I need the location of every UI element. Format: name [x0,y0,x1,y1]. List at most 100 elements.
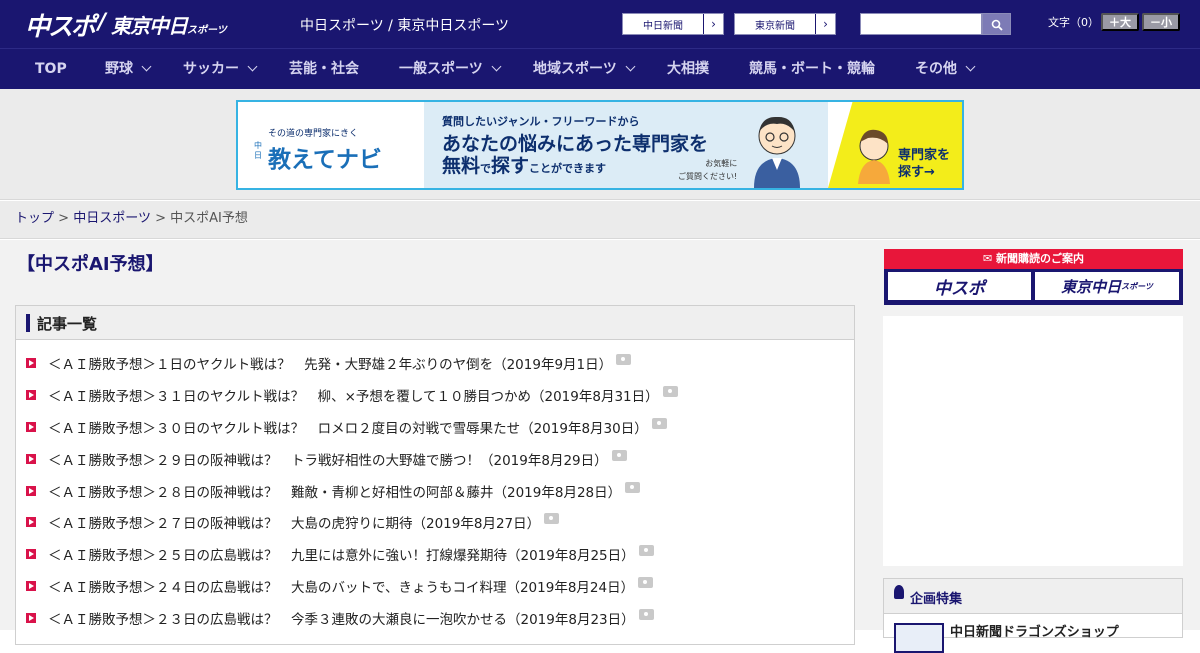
article-list-heading: 記事一覧 [37,315,98,333]
nav-item-top[interactable]: TOP [35,49,67,90]
play-bullet-icon [26,390,36,400]
search-icon [991,19,1003,31]
camera-icon [544,512,560,524]
article-title: ＜ＡＩ勝敗予想＞３１日のヤクルト戦は？ 柳、×予想を覆して１０勝目つかめ（201… [48,389,659,405]
breadcrumb-chunichi-sports-link[interactable]: 中日スポーツ [73,211,151,226]
breadcrumb-current: 中スポAI予想 [170,211,248,226]
nav-label: 地域スポーツ [533,61,617,77]
nav-item-regional-sports[interactable]: 地域スポーツ [533,49,636,90]
breadcrumb-top-link[interactable]: トップ [15,211,54,226]
font-smaller-button[interactable]: －小 [1142,13,1180,31]
nav-item-sumo[interactable]: 大相撲 [667,49,709,90]
oshiete-navi-ad-banner[interactable]: その道の専門家にきく 中日 教えてナビ 質問したいジャンル・フリーワードから あ… [236,100,964,190]
tokyo-logo-small: スポーツ [187,25,227,36]
dragons-shop-thumbnail[interactable] [894,623,944,653]
chevron-right-icon: › [815,14,835,34]
ad-note-2: ご質問ください! [678,172,738,181]
article-link[interactable]: ＜ＡＩ勝敗予想＞２５日の広島戦は？ 九里には意外に強い！打線爆発期待（2019年… [26,542,654,566]
chevron-down-icon [491,61,502,72]
subscribe-chunichi-sports-button[interactable]: 中スポ [888,272,1031,300]
feature-header: 企画特集 [884,579,1182,614]
ad-cta-2: 探す→ [898,165,935,180]
article-title: ＜ＡＩ勝敗予想＞２４日の広島戦は？ 大島のバットで、きょうもコイ料理（2019年… [48,580,635,596]
nav-label: 競馬・ボート・競輪 [749,61,875,77]
nav-label: 野球 [105,61,133,77]
camera-icon [662,385,678,397]
chevron-right-icon: › [703,14,723,34]
subscription-heading: ✉ 新聞購読のご案内 [884,249,1183,269]
subscribe-tokyo-chunichi-button[interactable]: 東京中日 スポーツ [1035,272,1179,300]
camera-icon [638,608,654,620]
thinking-person-icon [858,129,890,184]
search-input[interactable] [860,13,982,35]
chunichi-shimbun-link[interactable]: 中日新聞 › [622,13,724,35]
article-link[interactable]: ＜ＡＩ勝敗予想＞３１日のヤクルト戦は？ 柳、×予想を覆して１０勝目つかめ（201… [26,383,678,407]
ad-cta-text: 専門家を 探す→ [898,147,950,181]
article-link[interactable]: ＜ＡＩ勝敗予想＞２７日の阪神戦は？ 大島の虎狩りに期待（2019年8月27日） [26,510,560,534]
nav-label: サッカー [183,61,239,77]
article-title: ＜ＡＩ勝敗予想＞２５日の広島戦は？ 九里には意外に強い！打線爆発期待（2019年… [48,548,635,564]
breadcrumb: トップ > 中日スポーツ > 中スポAI予想 [0,201,1200,239]
nav-label: 一般スポーツ [399,61,483,77]
ad-line-1: 質問したいジャンル・フリーワードから [442,115,640,128]
play-bullet-icon [26,581,36,591]
main-nav: TOP 野球 サッカー 芸能・社会 一般スポーツ 地域スポーツ 大相撲 競馬・ボ… [0,48,1200,89]
nav-label: その他 [915,61,957,77]
nav-label: 芸能・社会 [289,61,359,77]
article-title: ＜ＡＩ勝敗予想＞２７日の阪神戦は？ 大島の虎狩りに期待（2019年8月27日） [48,516,541,532]
nav-item-other[interactable]: その他 [915,49,976,90]
nav-item-baseball[interactable]: 野球 [105,49,152,90]
ad-de-text: で [480,162,492,175]
tokyo-shimbun-link[interactable]: 東京新聞 › [734,13,836,35]
nav-label: TOP [35,61,67,77]
article-link[interactable]: ＜ＡＩ勝敗予想＞１日のヤクルト戦は？ 先発・大野雄２年ぶりのヤ倒を（2019年9… [26,351,632,375]
nav-item-general-sports[interactable]: 一般スポーツ [399,49,502,90]
article-link[interactable]: ＜ＡＩ勝敗予想＞２４日の広島戦は？ 大島のバットで、きょうもコイ料理（2019年… [26,574,654,598]
chevron-down-icon [965,61,976,72]
camera-icon [625,481,641,493]
article-title: ＜ＡＩ勝敗予想＞２９日の阪神戦は？ トラ戦好相性の大野雄で勝つ！（2019年8月… [48,453,608,469]
camera-icon [638,576,654,588]
font-size-label: 文字（0） [1048,16,1099,29]
play-bullet-icon [26,422,36,432]
article-title: ＜ＡＩ勝敗予想＞２３日の広島戦は？ 今季３連敗の大瀬良に一泡吹かせる（2019年… [48,612,635,628]
tokyo-shimbun-label: 東京新聞 [755,20,795,32]
article-link[interactable]: ＜ＡＩ勝敗予想＞３０日のヤクルト戦は？ ロメロ２度目の対戦で雪辱果たせ（2019… [26,415,667,439]
ad-free-text: 無料 [442,155,481,177]
ad-can-text: ことができます [529,162,607,175]
camera-icon [651,417,667,429]
logo-separator: / [98,10,107,35]
ad-brand-name: 教えてナビ [268,147,382,173]
nav-item-entertainment[interactable]: 芸能・社会 [289,49,359,90]
nav-item-racing[interactable]: 競馬・ボート・競輪 [749,49,875,90]
dragons-shop-link[interactable]: 中日新聞ドラゴンズショップ [950,621,1119,640]
article-list-panel: 記事一覧 ＜ＡＩ勝敗予想＞１日のヤクルト戦は？ 先発・大野雄２年ぶりのヤ倒を（2… [15,305,855,645]
nav-label: 大相撲 [667,61,709,77]
nav-item-soccer[interactable]: サッカー [183,49,258,90]
ad-line-3: 無料で探すことができます [442,151,606,178]
article-link[interactable]: ＜ＡＩ勝敗予想＞２９日の阪神戦は？ トラ戦好相性の大野雄で勝つ！（2019年8月… [26,447,627,471]
play-bullet-icon [26,613,36,623]
chevron-down-icon [625,61,636,72]
ad-note: お気軽に ご質問ください! [678,157,737,183]
advisor-illustration-icon [754,116,800,188]
sidebar-ad-slot[interactable] [883,316,1183,566]
font-larger-button[interactable]: ＋大 [1101,13,1139,31]
tokyo-chunichi-sports-logo[interactable]: 東京中日スポーツ [111,10,227,39]
site-header: 中スポ / 東京中日スポーツ 中日スポーツ / 東京中日スポーツ 中日新聞 › … [0,0,1200,48]
heading-accent-bar [26,314,30,332]
article-link[interactable]: ＜ＡＩ勝敗予想＞２８日の阪神戦は？ 難敵・青柳と好相性の阿部＆藤井（2019年8… [26,479,641,503]
play-bullet-icon [26,358,36,368]
play-bullet-icon [26,486,36,496]
chevron-down-icon [247,61,258,72]
chunichi-sports-logo[interactable]: 中スポ [25,7,96,43]
search-button[interactable] [982,13,1011,35]
play-bullet-icon [26,517,36,527]
feature-heading: 企画特集 [910,592,963,607]
tokyo-logo-main: 東京中日 [111,14,188,38]
subscribe-tokyo-label: 東京中日 [1061,277,1122,296]
article-title: ＜ＡＩ勝敗予想＞３０日のヤクルト戦は？ ロメロ２度目の対戦で雪辱果たせ（2019… [48,421,648,437]
article-list-header: 記事一覧 [16,306,854,340]
camera-icon [616,353,632,365]
article-link[interactable]: ＜ＡＩ勝敗予想＞２３日の広島戦は？ 今季３連敗の大瀬良に一泡吹かせる（2019年… [26,606,654,630]
